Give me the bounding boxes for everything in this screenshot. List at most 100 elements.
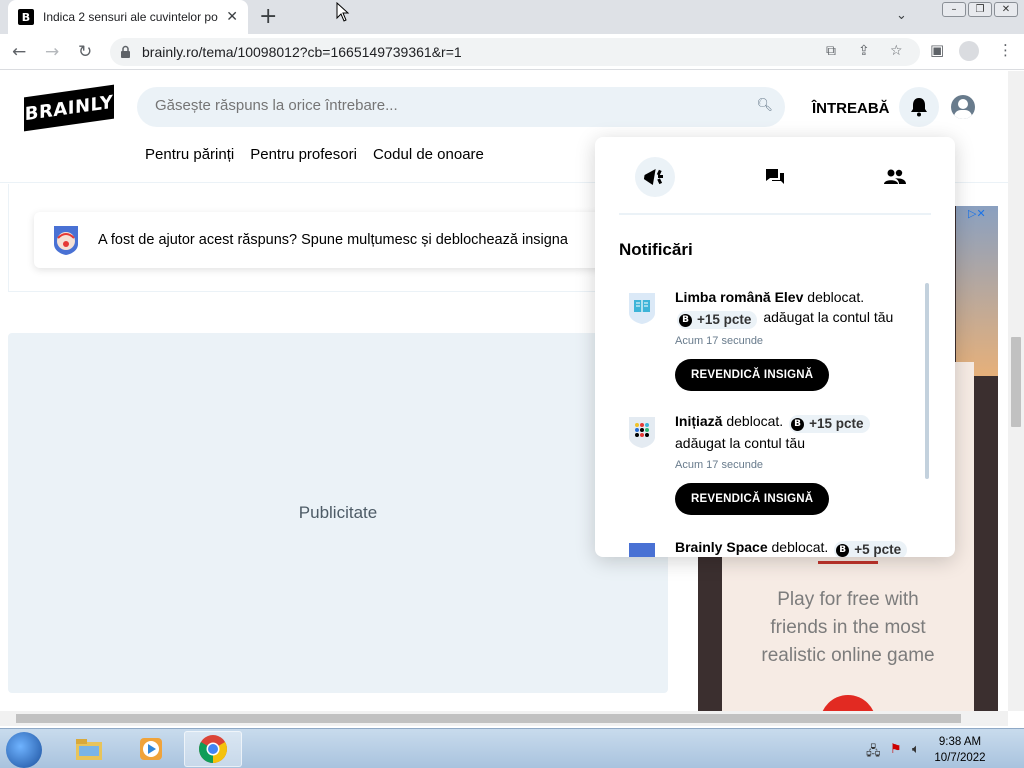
points-value: +5 pcte — [854, 542, 902, 557]
megaphone-icon — [644, 169, 663, 185]
vertical-scrollbar[interactable] — [1008, 71, 1024, 711]
ad-placeholder-label: Publicitate — [298, 503, 378, 522]
media-player-taskbar-icon[interactable] — [122, 731, 180, 767]
notifications-title: Notificări — [619, 240, 693, 259]
ad-copy-line: Play for free with — [777, 589, 919, 610]
volume-icon[interactable]: 🔈︎ — [912, 742, 920, 757]
ad-accent-bar — [818, 561, 878, 564]
tab-search-chevron-icon[interactable]: ⌄ — [896, 8, 907, 23]
points-coin-icon: B — [836, 543, 850, 557]
people-icon — [884, 169, 906, 184]
minimize-button[interactable]: – — [942, 2, 966, 17]
search-icon[interactable]: 🔍︎ — [756, 98, 773, 113]
clock-time: 9:38 AM — [938, 736, 982, 748]
tab-activity[interactable] — [635, 157, 675, 197]
notification-scrollbar[interactable] — [925, 283, 929, 479]
search-bar[interactable]: 🔍︎ — [137, 87, 785, 127]
points-coin-icon: B — [679, 313, 692, 327]
side-panel-icon[interactable]: ▣ — [930, 41, 944, 59]
badge-name: Limba română Elev — [675, 289, 804, 305]
points-pill: B +15 pcte — [677, 311, 758, 329]
points-pill: B +5 pcte — [834, 541, 908, 557]
clock-date: 10/7/2022 — [934, 752, 986, 764]
badge-name: Inițiază — [675, 413, 723, 429]
dots-badge-icon — [629, 417, 655, 448]
unlocked-text: deblocat. — [771, 539, 829, 555]
brainly-favicon-icon: B — [18, 9, 34, 25]
reload-icon[interactable]: ↻ — [78, 42, 92, 62]
tab-title: Indica 2 sensuri ale cuvintelor po — [43, 10, 218, 24]
forward-arrow-icon[interactable]: → — [45, 42, 59, 62]
adchoices-icon[interactable]: ▷✕ — [968, 207, 986, 220]
unlocked-text: deblocat. — [807, 289, 865, 305]
nav-link-parents[interactable]: Pentru părinți — [145, 146, 234, 163]
notifications-bell-button[interactable] — [899, 87, 939, 127]
bookmark-star-icon[interactable]: ☆ — [890, 43, 903, 59]
added-text: adăugat la contul tău — [763, 309, 894, 325]
address-bar[interactable]: brainly.ro/tema/10098012?cb=166514973936… — [110, 38, 920, 66]
back-arrow-icon[interactable]: ← — [12, 42, 26, 62]
notification-time: Acum 17 secunde — [675, 459, 764, 471]
maximize-button[interactable]: ❐ — [968, 2, 992, 17]
new-tab-button[interactable]: + — [259, 4, 277, 29]
user-avatar-icon[interactable] — [951, 95, 975, 119]
network-icon[interactable]: 🖧︎ — [866, 742, 881, 764]
header-nav: Pentru părinți Pentru profesori Codul de… — [145, 146, 484, 163]
browser-tab[interactable]: B Indica 2 sensuri ale cuvintelor po ✕ — [8, 0, 248, 34]
added-text: adăugat la contul tău — [675, 435, 805, 451]
lock-icon — [121, 45, 130, 58]
ad-copy: Play for free with friends in the most r… — [698, 586, 998, 670]
ask-question-button[interactable]: ÎNTREABĂ — [812, 100, 890, 117]
badge-mascot-icon — [54, 226, 78, 255]
divider — [619, 213, 931, 215]
notification-time: Acum 17 secunde — [675, 335, 764, 347]
unlocked-text: deblocat. — [726, 413, 784, 429]
bell-icon — [911, 98, 927, 117]
profile-icon[interactable] — [959, 41, 979, 61]
search-input[interactable] — [155, 97, 735, 114]
points-pill: B +15 pcte — [789, 415, 870, 433]
brainly-logo[interactable]: BRAINLY — [24, 84, 114, 132]
close-tab-icon[interactable]: ✕ — [226, 9, 238, 25]
start-button-icon[interactable] — [6, 732, 42, 768]
nav-link-honor-code[interactable]: Codul de onoare — [373, 146, 484, 163]
thank-you-prompt[interactable]: A fost de ajutor acest răspuns? Spune mu… — [34, 212, 674, 268]
badge-name: Brainly Space — [675, 539, 768, 555]
tab-friends[interactable] — [875, 157, 915, 197]
points-coin-icon: B — [791, 417, 805, 431]
notification-list[interactable]: Limba română Elev deblocat. B +15 pcte ad… — [619, 287, 919, 557]
space-badge-icon — [629, 543, 655, 557]
tab-messages[interactable] — [755, 157, 795, 197]
points-value: +15 pcte — [809, 416, 864, 431]
windows-taskbar: 🖧︎ ⚑ 🔈︎ 9:38 AM 10/7/2022 — [0, 728, 1024, 768]
url-text: brainly.ro/tema/10098012?cb=166514973936… — [142, 44, 462, 60]
browser-toolbar: ← → ↻ brainly.ro/tema/10098012?cb=166514… — [0, 34, 1024, 70]
ad-placeholder: Publicitate — [8, 333, 668, 693]
window-controls: – ❐ ✕ — [942, 2, 1018, 17]
logo-text: BRAINLY — [24, 91, 114, 125]
points-value: +15 pcte — [697, 312, 752, 327]
share-icon[interactable]: ⇪ — [858, 43, 870, 59]
nav-link-teachers[interactable]: Pentru profesori — [250, 146, 357, 163]
close-window-button[interactable]: ✕ — [994, 2, 1018, 17]
translate-icon[interactable]: ⧉ — [826, 43, 836, 59]
notification-body: Inițiază deblocat. B +15 pcte adăugat la … — [675, 411, 911, 515]
system-clock[interactable]: 9:38 AM 10/7/2022 — [930, 734, 990, 766]
ad-artwork — [956, 206, 998, 376]
thank-you-text: A fost de ajutor acest răspuns? Spune mu… — [98, 232, 568, 248]
chat-bubbles-icon — [766, 169, 784, 184]
explorer-taskbar-icon[interactable] — [60, 731, 118, 767]
scroll-thumb[interactable] — [16, 714, 961, 723]
claim-badge-button[interactable]: REVENDICĂ INSIGNĂ — [675, 359, 830, 391]
chrome-taskbar-icon[interactable] — [184, 731, 242, 767]
notification-tabs — [619, 157, 931, 197]
book-badge-icon — [629, 293, 655, 324]
mouse-cursor-icon — [336, 2, 350, 22]
menu-dots-icon[interactable]: ⋮ — [998, 41, 1013, 59]
scroll-thumb[interactable] — [1011, 337, 1021, 427]
horizontal-scrollbar[interactable] — [0, 711, 1008, 726]
notifications-dropdown: Notificări Limba română Elev deblocat. B… — [595, 137, 955, 557]
notification-body: Brainly Space deblocat. B +5 pcte — [675, 537, 911, 557]
action-center-flag-icon[interactable]: ⚑ — [890, 742, 902, 757]
claim-badge-button[interactable]: REVENDICĂ INSIGNĂ — [675, 483, 830, 515]
